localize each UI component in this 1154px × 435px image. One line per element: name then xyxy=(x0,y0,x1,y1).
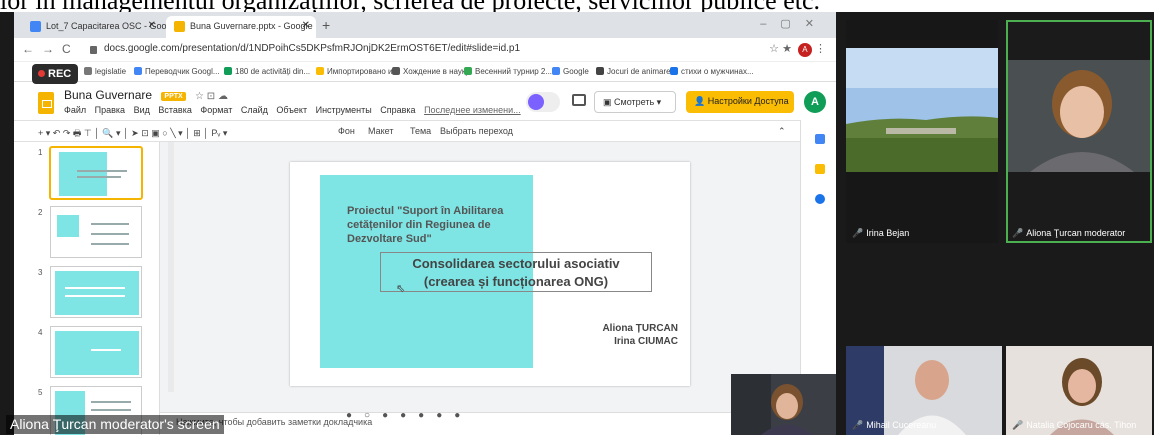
browser-toolbar: ←→C docs.google.com/presentation/d/1NDPo… xyxy=(14,38,836,62)
menu-bar: Файл Правка Вид Вставка Формат Слайд Объ… xyxy=(64,105,527,115)
mouse-cursor-icon: ⇖ xyxy=(396,283,406,295)
docs-favicon-icon xyxy=(30,21,41,32)
menu-format[interactable]: Формат xyxy=(200,105,232,115)
close-icon[interactable]: ✕ xyxy=(302,20,310,31)
video-call-stage: Lot_7 Capacitarea OSC - Googl ✕ Buna Guv… xyxy=(0,12,1154,435)
bookmark[interactable]: Импортировано и... xyxy=(316,67,399,76)
share-button[interactable]: 👤 Настройки Доступа xyxy=(686,91,794,113)
bookmark[interactable]: Jocuri de animare xyxy=(596,67,671,76)
bookmark[interactable]: Весенний турнир 2... xyxy=(464,67,552,76)
menu-object[interactable]: Объект xyxy=(276,105,307,115)
browser-tab[interactable]: Lot_7 Capacitarea OSC - Googl ✕ xyxy=(22,16,174,38)
account-avatar[interactable]: A xyxy=(804,91,826,113)
browser-actions[interactable]: ☆ ★ A ⋮ xyxy=(769,42,826,57)
participant-video xyxy=(846,20,998,243)
window-controls[interactable]: –▢✕ xyxy=(760,17,828,30)
format-toolbar: + ▾ ↶ ↷ 🖶 ⊤ │ 🔍 ▾ │ ➤ ⊡ ▣ ○ ╲ ▾ │ ⊞ │ Pᵥ… xyxy=(14,120,836,142)
bookmark[interactable]: Переводчик Googl... xyxy=(134,67,220,76)
speaker-notes[interactable]: Нажмите, чтобы добавить заметки докладчи… xyxy=(160,412,800,435)
browser-avatar[interactable]: A xyxy=(797,43,812,57)
document-title[interactable]: Buna Guvernare xyxy=(64,88,152,102)
keep-icon[interactable] xyxy=(815,164,825,174)
participant-tile[interactable]: 🎤 Irina Bejan xyxy=(846,20,998,243)
participant-video xyxy=(731,374,836,435)
participant-tile-speaking[interactable]: 🎤 Aliona Ţurcan moderator xyxy=(1006,20,1152,243)
close-icon[interactable]: ✕ xyxy=(148,20,156,31)
comment-icon[interactable] xyxy=(572,94,586,106)
slide-number: 3 xyxy=(38,268,43,277)
slide-thumbnail[interactable] xyxy=(50,326,142,378)
participant-name: 🎤 Natalia Cojocaru cás. Tihon xyxy=(1012,420,1137,430)
bookmark[interactable]: Google xyxy=(552,67,589,76)
menu-view[interactable]: Вид xyxy=(134,105,150,115)
slide-number: 2 xyxy=(38,208,43,217)
record-dot-icon xyxy=(38,70,45,77)
pagination-dots[interactable]: ●○●●●●● xyxy=(346,410,472,421)
vertical-ruler xyxy=(168,142,174,392)
document-title-row: Buna Guvernare PPTX ☆ ⊡ ☁ xyxy=(64,88,228,102)
slides-favicon-icon xyxy=(174,21,185,32)
menu-help[interactable]: Справка xyxy=(380,105,415,115)
participant-video xyxy=(1006,20,1152,243)
present-button[interactable]: ▣ Смотреть ▾ xyxy=(594,91,676,113)
slide-number: 4 xyxy=(38,328,43,337)
slide-number: 1 xyxy=(38,148,43,157)
theme-button[interactable]: Тема xyxy=(410,126,431,136)
toolbar-icons[interactable]: + ▾ ↶ ↷ 🖶 ⊤ │ 🔍 ▾ │ ➤ ⊡ ▣ ○ ╲ ▾ │ ⊞ │ Pᵥ… xyxy=(38,126,227,142)
slide-thumbnail[interactable] xyxy=(50,266,142,318)
tab-label: Buna Guvernare.pptx - Google xyxy=(190,21,313,31)
slide-filmstrip: 1 2 3 4 5 xyxy=(14,142,160,435)
tasks-icon[interactable] xyxy=(815,194,825,204)
meet-presence-icon[interactable] xyxy=(526,92,560,112)
star-icon[interactable]: ☆ ⊡ ☁ xyxy=(195,91,228,102)
slide-heading-textbox[interactable]: Consolidarea sectorului asociativ (crear… xyxy=(380,252,652,292)
slide-thumbnail[interactable] xyxy=(50,206,142,258)
menu-insert[interactable]: Вставка xyxy=(158,105,191,115)
bookmark[interactable]: Хождение в науку xyxy=(392,67,469,76)
transition-button[interactable]: Выбрать переход xyxy=(440,126,513,136)
project-title-text[interactable]: Proiectul "Suport în Abilitarea cetățeni… xyxy=(347,204,527,246)
navigation-icons[interactable]: ←→C xyxy=(22,42,79,56)
participant-name: 🎤 Aliona Ţurcan moderator xyxy=(1012,228,1126,238)
menu-slide[interactable]: Слайд xyxy=(241,105,268,115)
authors-text[interactable]: Aliona ȚURCAN Irina CIUMAC xyxy=(602,322,678,348)
menu-file[interactable]: Файл xyxy=(64,105,86,115)
menu-tools[interactable]: Инструменты xyxy=(316,105,372,115)
slides-header: Buna Guvernare PPTX ☆ ⊡ ☁ Файл Правка Ви… xyxy=(14,82,836,120)
slide-thumbnail[interactable] xyxy=(49,146,143,200)
lock-icon xyxy=(90,46,97,54)
background-button[interactable]: Фон xyxy=(338,126,355,136)
bookmark[interactable]: 180 de activități din... xyxy=(224,67,310,76)
menu-edit[interactable]: Правка xyxy=(95,105,125,115)
slide-number: 5 xyxy=(38,388,43,397)
calendar-icon[interactable] xyxy=(815,134,825,144)
slide-canvas[interactable]: Proiectul "Suport în Abilitarea cetățeni… xyxy=(160,142,800,412)
format-badge: PPTX xyxy=(161,92,186,101)
participant-tile[interactable]: 🎤 Mihail Cucereanu xyxy=(846,346,1002,435)
participant-name: 🎤 Irina Bejan xyxy=(852,228,910,238)
slides-logo-icon[interactable] xyxy=(38,92,54,114)
self-view-video[interactable] xyxy=(731,374,836,435)
current-slide[interactable]: Proiectul "Suport în Abilitarea cetățeni… xyxy=(290,162,690,386)
shared-screen: Lot_7 Capacitarea OSC - Googl ✕ Buna Guv… xyxy=(14,12,836,435)
browser-tab-active[interactable]: Buna Guvernare.pptx - Google ✕ xyxy=(166,16,316,38)
bookmark[interactable]: legislatie xyxy=(84,67,126,76)
participant-tile[interactable]: 🎤 Natalia Cojocaru cás. Tihon xyxy=(1006,346,1152,435)
bookmarks-bar: legislatie Переводчик Googl... 180 de ac… xyxy=(14,62,836,82)
bookmark[interactable]: стихи о мужчинах... xyxy=(670,67,754,76)
address-bar[interactable]: docs.google.com/presentation/d/1NDPoihCs… xyxy=(104,43,520,54)
layout-button[interactable]: Макет xyxy=(368,126,393,136)
recording-badge: REC xyxy=(32,64,78,84)
screen-share-label: Aliona Ţurcan moderator's screen xyxy=(6,415,224,434)
last-edit-link[interactable]: Последнее изменени... xyxy=(424,105,521,115)
collapse-icon[interactable]: ⌃ xyxy=(778,126,786,137)
new-tab-icon[interactable]: + xyxy=(322,17,330,33)
participant-name: 🎤 Mihail Cucereanu xyxy=(852,420,937,430)
browser-tab-bar: Lot_7 Capacitarea OSC - Googl ✕ Buna Guv… xyxy=(14,12,836,38)
